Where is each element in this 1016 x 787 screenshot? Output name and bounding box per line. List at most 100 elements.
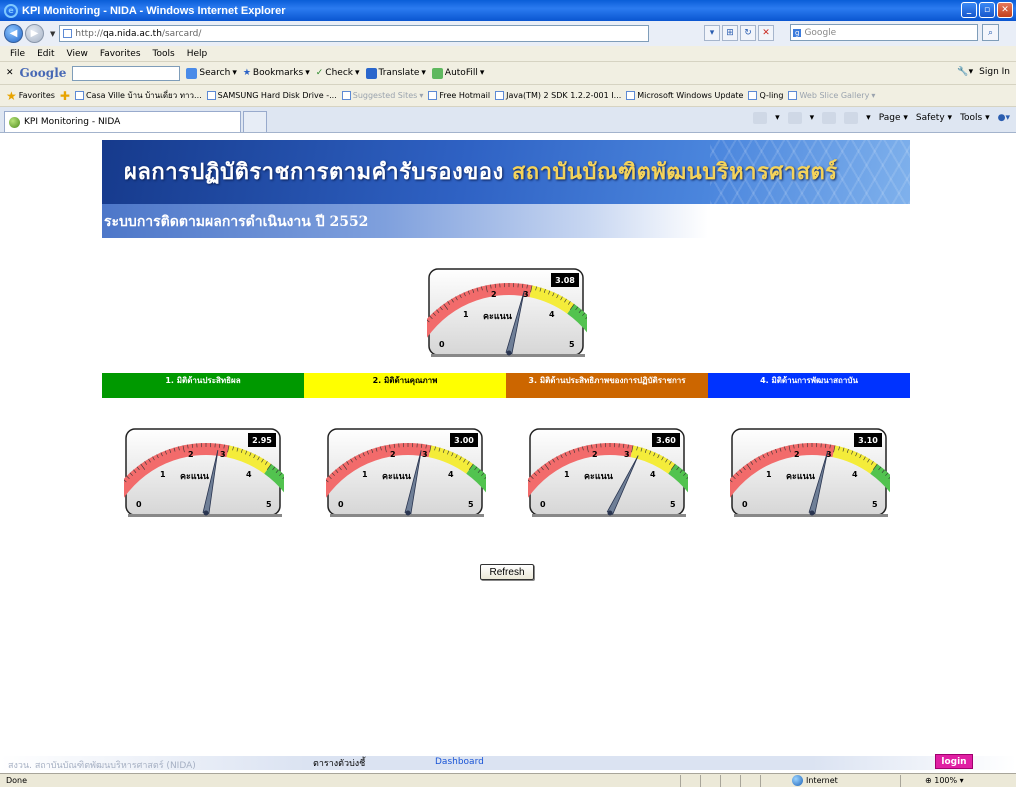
- dashboard-link[interactable]: Dashboard: [435, 757, 484, 767]
- category-gauge-1: 0 1 2 3 4 5 คะแนน 2.95: [124, 427, 284, 519]
- new-tab-button[interactable]: [243, 111, 267, 132]
- gauge-scale-label: 0: [540, 500, 546, 509]
- page-icon: [788, 91, 798, 100]
- google-check-button[interactable]: ✓ Check ▾: [316, 68, 360, 78]
- gauge-scale-label: 4: [246, 470, 252, 479]
- gauge-value-label: 3.00: [454, 436, 474, 445]
- google-autofill-label: AutoFill: [444, 68, 478, 78]
- gauge-scale-label: 1: [766, 470, 772, 479]
- menu-file[interactable]: File: [10, 49, 25, 59]
- refresh-page-icon[interactable]: ↻: [740, 25, 756, 41]
- favorite-link[interactable]: Microsoft Windows Update: [626, 91, 743, 100]
- page-content: ผลการปฏิบัติราชการตามคำรับรองของ สถาบันบ…: [0, 134, 1016, 771]
- search-icon: [186, 67, 198, 79]
- banner-org-name: สถาบันบัณฑิตพัฒนบริหารศาสตร์: [511, 160, 838, 185]
- zone-label: Internet: [806, 776, 838, 785]
- zoom-control[interactable]: ⊕ 100% ▾: [925, 776, 964, 785]
- indicators-link[interactable]: ตารางตัวบ่งชี้: [313, 756, 365, 770]
- google-search-icon: g: [793, 28, 802, 37]
- tab-kpi-monitoring[interactable]: KPI Monitoring - NIDA: [4, 111, 241, 132]
- refresh-button[interactable]: Refresh: [480, 564, 534, 580]
- google-autofill-button[interactable]: AutoFill ▾: [431, 67, 484, 79]
- google-translate-button[interactable]: Translate ▾: [365, 67, 426, 79]
- footer-copyright: สงวน. สถาบันบัณฑิตพัฒนบริหารศาสตร์ (NIDA…: [8, 761, 196, 771]
- menu-view[interactable]: View: [67, 49, 88, 59]
- status-text: Done: [6, 776, 28, 785]
- gauge-svg: 0 1 2 3 4 5 คะแนน 3.60: [528, 428, 688, 517]
- favorite-link[interactable]: SAMSUNG Hard Disk Drive -...: [206, 91, 337, 100]
- close-toolbar-icon[interactable]: ✕: [6, 68, 14, 78]
- feeds-icon[interactable]: [787, 112, 802, 124]
- menu-edit[interactable]: Edit: [37, 49, 54, 59]
- title-bar: e KPI Monitoring - NIDA - Windows Intern…: [0, 0, 1016, 21]
- favorite-link-label: Web Slice Gallery: [799, 91, 870, 100]
- tools-menu[interactable]: Tools ▾: [960, 113, 990, 123]
- gauge-scale-label: 2: [794, 450, 800, 459]
- back-button[interactable]: ◀: [4, 24, 23, 43]
- address-field[interactable]: http://qa.nida.ac.th/sarcard/: [59, 25, 650, 42]
- page-icon: [206, 91, 216, 100]
- wrench-icon[interactable]: 🔧▾: [957, 67, 973, 77]
- search-input[interactable]: g Google: [790, 24, 978, 41]
- google-bookmarks-button[interactable]: ★ Bookmarks ▾: [243, 68, 310, 78]
- spellcheck-icon: ✓: [315, 68, 324, 78]
- menu-help[interactable]: Help: [187, 49, 208, 59]
- banner-title: ผลการปฏิบัติราชการตามคำรับรองของ สถาบันบ…: [124, 154, 838, 189]
- favorite-link[interactable]: Suggested Sites ▾: [341, 91, 423, 100]
- help-icon[interactable]: ●▾: [998, 113, 1010, 123]
- address-dropdown-icon[interactable]: ▾: [704, 25, 720, 41]
- login-button[interactable]: login: [935, 754, 973, 769]
- favorite-link[interactable]: Free Hotmail: [428, 91, 490, 100]
- category-label: 2. มิติด้านคุณภาพ: [372, 376, 438, 385]
- favorite-link-label: Casa Ville บ้าน บ้านเดี่ยว ทาว...: [85, 91, 202, 100]
- url-host: qa.nida.ac.th: [102, 28, 162, 39]
- forward-button[interactable]: ▶: [25, 24, 44, 43]
- home-icon[interactable]: [753, 112, 768, 124]
- safety-menu[interactable]: Safety ▾: [916, 113, 952, 123]
- gauge-pivot: [809, 510, 815, 516]
- category-label: 4. มิติด้านการพัฒนาสถาบัน: [760, 376, 858, 385]
- gauge-value-label: 3.08: [555, 276, 575, 285]
- google-bookmarks-label: Bookmarks: [252, 68, 304, 78]
- gauge-scale-label: 0: [439, 340, 445, 349]
- favorite-link[interactable]: Q-ling: [748, 91, 783, 100]
- stop-icon[interactable]: ✕: [758, 25, 774, 41]
- page-icon: [428, 91, 438, 100]
- compatibility-icon[interactable]: ⊞: [722, 25, 738, 41]
- page-icon: [74, 91, 84, 100]
- search-go-icon[interactable]: ⌕: [982, 24, 999, 41]
- page-menu[interactable]: Page ▾: [879, 113, 908, 123]
- page-icon: [63, 29, 73, 38]
- add-favorite-icon[interactable]: ✚: [60, 89, 70, 103]
- url-prefix: http://: [75, 28, 103, 39]
- gauge-center-label: คะแนน: [382, 472, 412, 482]
- favorite-link[interactable]: Java(TM) 2 SDK 1.2.2-001 I...: [495, 91, 621, 100]
- menu-tools[interactable]: Tools: [153, 49, 175, 59]
- menu-bar: File Edit View Favorites Tools Help: [0, 46, 1016, 62]
- gauge-scale-label: 2: [390, 450, 396, 459]
- print-icon[interactable]: [844, 112, 859, 124]
- category-quality: 2. มิติด้านคุณภาพ: [304, 373, 506, 398]
- favorite-link-label: Microsoft Windows Update: [637, 91, 744, 100]
- google-toolbar-input[interactable]: [72, 65, 181, 81]
- gauge-center-label: คะแนน: [584, 472, 614, 482]
- category-label: 1. มิติด้านประสิทธิผล: [165, 376, 241, 385]
- search-placeholder: Google: [804, 27, 837, 38]
- status-divider: [760, 775, 761, 787]
- google-search-button[interactable]: Search ▾: [186, 67, 237, 79]
- favorite-link[interactable]: Casa Ville บ้าน บ้านเดี่ยว ทาว...: [74, 89, 202, 102]
- favorite-link[interactable]: Web Slice Gallery ▾: [788, 91, 875, 100]
- menu-favorites[interactable]: Favorites: [100, 49, 141, 59]
- tools-menu-label: Tools: [960, 113, 983, 123]
- mail-icon[interactable]: [822, 112, 837, 124]
- category-effectiveness: 1. มิติด้านประสิทธิผล: [102, 373, 304, 398]
- gauge-value-label: 3.10: [858, 436, 878, 445]
- restore-button[interactable]: ▫: [979, 2, 995, 18]
- status-divider: [680, 775, 681, 787]
- sign-in-link[interactable]: Sign In: [979, 67, 1010, 77]
- minimize-button[interactable]: _: [961, 2, 977, 18]
- favorites-button[interactable]: ★ Favorites: [6, 89, 55, 103]
- history-dropdown-icon[interactable]: ▼: [50, 30, 55, 38]
- gauge-svg: 012 345คะแนน3.10: [730, 428, 890, 517]
- close-button[interactable]: ✕: [997, 2, 1013, 18]
